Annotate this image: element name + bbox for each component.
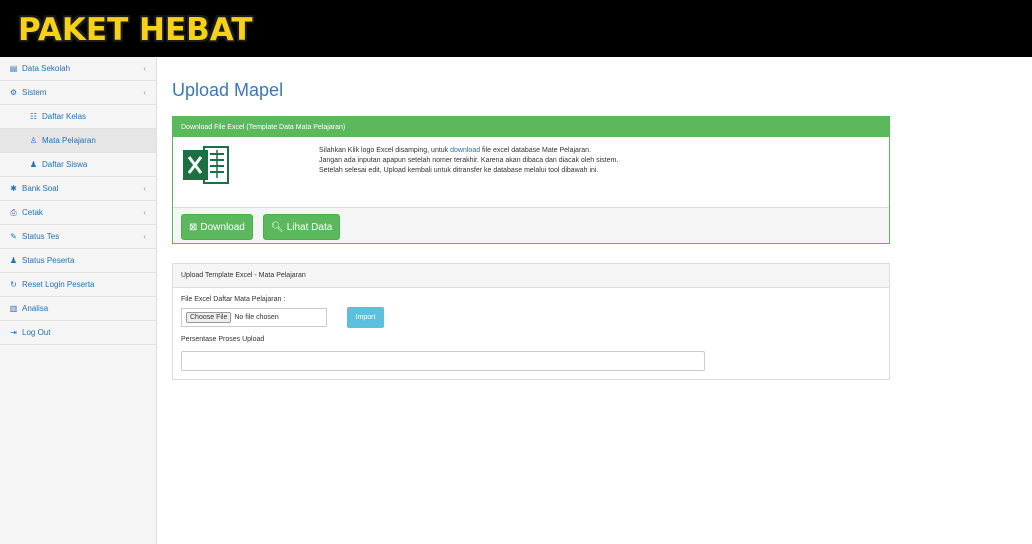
logout-icon: ⇥ [10, 328, 17, 337]
chart-icon: ▥ [9, 304, 18, 313]
sidebar-item-label: Log Out [22, 328, 51, 337]
table-icon: ☷ [29, 112, 38, 121]
instruction-text: file excel database Mate Pelajaran. [480, 147, 592, 154]
instruction-line-3: Setelah selesai edit, Upload kembali unt… [319, 167, 599, 174]
sidebar-item-status-tes[interactable]: ✎ Status Tes ‹ [0, 225, 156, 249]
upload-panel: Upload Template Excel - Mata Pelajaran F… [172, 263, 890, 380]
sidebar-item-bank-soal[interactable]: ✱ Bank Soal ‹ [0, 177, 156, 201]
import-button[interactable]: Import [347, 307, 384, 328]
user-icon: ♙ [29, 136, 38, 145]
sidebar-item-daftar-kelas[interactable]: ☷ Daftar Kelas [0, 105, 156, 129]
lihat-data-button[interactable]: 🔍︎ Lihat Data [263, 214, 341, 240]
user-icon: ♟ [9, 256, 18, 265]
sidebar-item-label: Mata Pelajaran [42, 136, 96, 145]
sidebar-item-label: Cetak [22, 208, 43, 217]
choose-file-button[interactable]: Choose File [186, 312, 232, 323]
lihat-data-button-label: Lihat Data [286, 221, 333, 233]
sidebar-item-reset-login[interactable]: ↻ Reset Login Peserta [0, 273, 156, 297]
top-bar: PAKET HEBAT [0, 0, 1032, 57]
chevron-left-icon: ‹ [143, 232, 146, 241]
edit-icon: ✎ [10, 232, 17, 241]
sidebar-item-label: Sistem [22, 88, 47, 97]
download-panel-body: Silahkan Klik logo Excel disamping, untu… [173, 137, 889, 207]
chevron-left-icon: ‹ [143, 184, 146, 193]
download-link[interactable]: download [450, 147, 480, 154]
app-logo[interactable]: PAKET HEBAT [18, 12, 252, 48]
download-button-label: Download [200, 221, 245, 233]
chevron-left-icon: ‹ [143, 88, 146, 97]
building-icon: ▤ [9, 64, 18, 73]
gear-icon: ✱ [10, 184, 17, 193]
instruction-line-1: Silahkan Klik logo Excel disamping, untu… [319, 146, 839, 156]
sidebar-item-label: Status Tes [22, 232, 60, 241]
users-icon: ♟ [29, 160, 38, 169]
sidebar: ▤ Data Sekolah ‹ ⚙ Sistem ‹ ☷ Daftar Kel… [0, 57, 157, 544]
upload-progress-bar [181, 351, 705, 371]
sidebar-item-logout[interactable]: ⇥ Log Out [0, 321, 156, 345]
sidebar-item-label: Data Sekolah [22, 64, 71, 73]
sidebar-item-daftar-siswa[interactable]: ♟ Daftar Siswa [0, 153, 156, 177]
no-file-text: No file chosen [234, 314, 279, 321]
sidebar-item-analisa[interactable]: ▥ Analisa [0, 297, 156, 321]
instruction-line-2: Jangan ada inputan apapun setelah nomer … [319, 157, 619, 164]
file-input[interactable]: Choose File No file chosen [181, 308, 327, 327]
sidebar-item-mata-pelajaran[interactable]: ♙ Mata Pelajaran [0, 129, 156, 153]
instruction-text: Silahkan Klik logo Excel disamping, untu… [319, 147, 451, 154]
sidebar-item-data-sekolah[interactable]: ▤ Data Sekolah ‹ [0, 57, 156, 81]
file-field-label: File Excel Daftar Mata Pelajaran : [181, 296, 286, 303]
chevron-left-icon: ‹ [143, 64, 146, 73]
file-excel-icon: ⊠ [189, 221, 198, 233]
sidebar-item-label: Status Peserta [22, 256, 75, 265]
search-icon: 🔍︎ [271, 221, 284, 233]
cogs-icon: ⚙ [9, 88, 18, 97]
sidebar-item-label: Analisa [22, 304, 49, 313]
print-icon: ⎙ [10, 207, 17, 217]
download-panel-footer: ⊠ Download 🔍︎ Lihat Data [173, 207, 889, 243]
download-panel-header: Download File Excel (Template Data Mata … [173, 117, 889, 137]
progress-label: Persentase Proses Upload [181, 336, 265, 343]
sidebar-item-cetak[interactable]: ⎙ Cetak ‹ [0, 201, 156, 225]
chevron-left-icon: ‹ [143, 208, 146, 217]
page-title: Upload Mapel [172, 80, 284, 100]
sidebar-item-status-peserta[interactable]: ♟ Status Peserta [0, 249, 156, 273]
sidebar-item-label: Bank Soal [22, 184, 59, 193]
sidebar-item-label: Reset Login Peserta [22, 280, 95, 289]
download-panel: Download File Excel (Template Data Mata … [172, 116, 890, 244]
download-button[interactable]: ⊠ Download [181, 214, 253, 240]
upload-panel-header: Upload Template Excel - Mata Pelajaran [173, 264, 889, 288]
refresh-icon: ↻ [10, 280, 17, 289]
sidebar-item-label: Daftar Siswa [42, 160, 88, 169]
excel-icon[interactable] [182, 144, 230, 186]
download-instructions: Silahkan Klik logo Excel disamping, untu… [319, 146, 839, 176]
sidebar-item-label: Daftar Kelas [42, 112, 87, 121]
sidebar-item-sistem[interactable]: ⚙ Sistem ‹ [0, 81, 156, 105]
